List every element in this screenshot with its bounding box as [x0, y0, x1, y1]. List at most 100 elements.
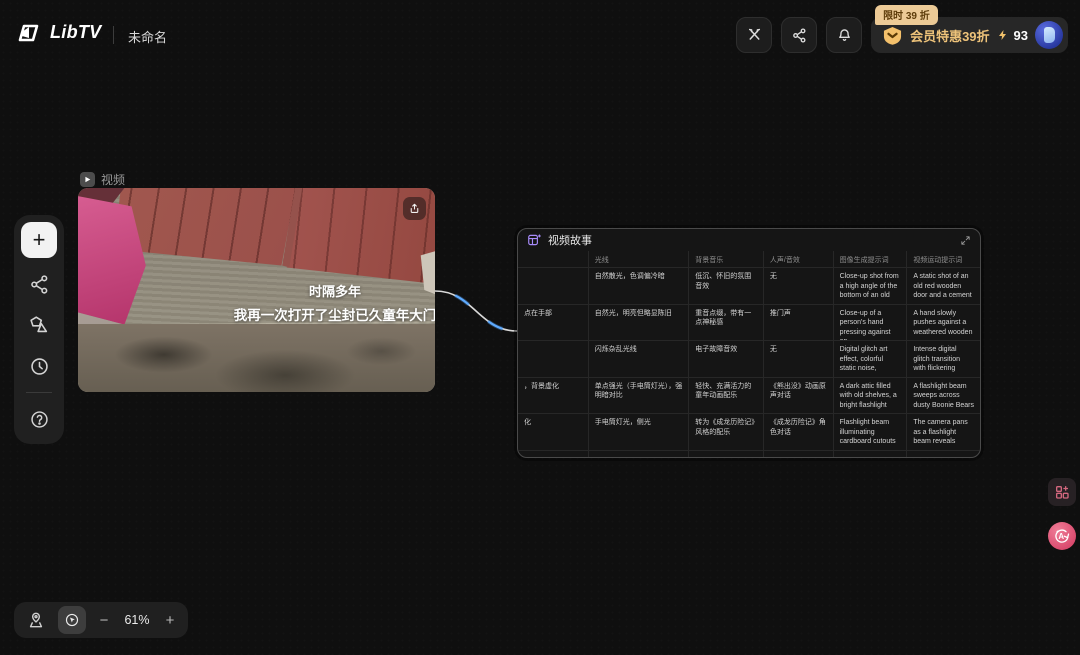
table-cell: 手电筒灯光，侧光 — [588, 414, 689, 450]
table-cell — [833, 451, 907, 458]
column-header: 人声/音效 — [763, 251, 833, 267]
translate-icon: A — [1053, 527, 1071, 545]
column-header: 视频运动提示词 — [906, 251, 980, 267]
widgets-plus-icon — [1054, 484, 1070, 500]
zoom-out-button[interactable]: − — [96, 612, 112, 629]
shapes-icon — [28, 314, 50, 336]
table-cell: 电子故障音效 — [688, 341, 763, 377]
table-cell — [518, 451, 588, 458]
column-header — [518, 251, 588, 267]
table-row[interactable]: 闪烁杂乱光线电子故障音效无Digital glitch art effect, … — [518, 341, 980, 378]
story-table-icon — [527, 233, 542, 247]
interact-mode-button[interactable] — [58, 606, 86, 634]
story-table-node[interactable]: 视频故事 光线背景音乐人声/音效图像生成提示词视频运动提示词 自然散光，色调偏冷… — [517, 228, 981, 458]
document-title[interactable]: 未命名 — [128, 27, 167, 46]
help-button[interactable] — [24, 404, 54, 434]
story-table[interactable]: 光线背景音乐人声/音效图像生成提示词视频运动提示词 自然散光，色调偏冷暗低沉、怀… — [518, 251, 980, 457]
zoom-in-button[interactable]: + — [162, 612, 178, 629]
table-cell: 低沉、怀旧的氛围音效 — [688, 268, 763, 304]
table-cell: 《成龙历险记》角色对话 — [763, 414, 833, 450]
expand-icon[interactable] — [960, 235, 971, 246]
assets-button[interactable] — [24, 310, 54, 340]
share-icon — [791, 27, 808, 44]
workflow-button[interactable] — [24, 269, 54, 299]
member-label: 会员特惠39折 — [910, 26, 989, 45]
logo-icon — [16, 23, 42, 43]
table-cell: 重音点缀，带有一点神秘感 — [688, 305, 763, 341]
table-cell: Close-up shot from a high angle of the b… — [833, 268, 907, 304]
story-table-head: 光线背景音乐人声/音效图像生成提示词视频运动提示词 — [518, 251, 980, 268]
table-cell: 自然散光，色调偏冷暗 — [588, 268, 689, 304]
add-node-button[interactable]: + — [21, 222, 57, 258]
top-bar: LibTV 未命名 — [0, 0, 1080, 62]
svg-text:A: A — [1058, 532, 1064, 541]
vip-badge-icon — [882, 26, 903, 45]
video-node-label: 视频 — [80, 171, 125, 188]
credits-count: 93 — [1014, 28, 1028, 43]
table-cell: Close-up of a person's hand pressing aga… — [833, 305, 907, 341]
history-button[interactable] — [24, 351, 54, 381]
table-cell: A dark attic filled with old shelves, a … — [833, 378, 907, 414]
table-cell: 点在手部 — [518, 305, 588, 341]
table-cell: A static shot of an old red wooden door … — [906, 268, 980, 304]
story-table-title: 视频故事 — [548, 232, 954, 248]
promo-badge: 限时 39 折 — [875, 5, 938, 25]
table-row[interactable]: 自然散光，色调偏冷暗低沉、怀旧的氛围音效无Close-up shot from … — [518, 268, 980, 305]
table-cell: The camera pans as a flashlight beam rev… — [906, 414, 980, 450]
app-logo[interactable]: LibTV — [16, 22, 102, 43]
lightning-icon — [997, 28, 1009, 42]
video-node[interactable]: 时隔多年 我再一次打开了尘封已久童年大门 — [78, 188, 435, 392]
clock-icon — [29, 356, 50, 377]
play-icon — [80, 172, 95, 187]
table-cell: 轻快、充满活力的童年动画配乐 — [688, 378, 763, 414]
translate-button[interactable]: A — [1048, 522, 1076, 550]
left-toolbar: + — [14, 215, 64, 444]
tools-icon — [746, 27, 763, 44]
video-subtitle-1: 时隔多年 — [309, 281, 361, 300]
divider — [26, 392, 52, 393]
table-cell: A flashlight beam sweeps across dusty Bo… — [906, 378, 980, 414]
table-row[interactable]: ，背景虚化单点强光（手电筒灯光），强明暗对比轻快、充满活力的童年动画配乐《熊出没… — [518, 378, 980, 415]
table-cell: 无 — [763, 341, 833, 377]
share-button[interactable] — [781, 17, 817, 53]
table-cell: 闪烁杂乱光线 — [588, 341, 689, 377]
table-cell — [518, 268, 588, 304]
table-cell — [906, 451, 980, 458]
table-cell: Digital glitch art effect, colorful stat… — [833, 341, 907, 377]
table-row[interactable]: 点在手部自然光，明亮但略显陈旧重音点缀，带有一点神秘感推门声Close-up o… — [518, 305, 980, 342]
workflow-nodes-icon — [29, 274, 50, 295]
table-cell: 《熊出没》动画原声对话 — [763, 378, 833, 414]
table-cell: 单点强光（手电筒灯光），强明暗对比 — [588, 378, 689, 414]
table-cell: 无 — [763, 268, 833, 304]
app-name: LibTV — [50, 22, 102, 43]
table-cell — [688, 451, 763, 458]
help-icon — [29, 409, 50, 430]
export-button[interactable] — [403, 197, 426, 220]
column-header: 背景音乐 — [688, 251, 763, 267]
avatar[interactable] — [1035, 21, 1063, 49]
table-cell: 自然光，明亮但略显陈旧 — [588, 305, 689, 341]
table-cell: 化 — [518, 414, 588, 450]
bell-icon — [836, 27, 853, 44]
zoom-controls: − 61% + — [14, 602, 188, 638]
widgets-button[interactable] — [1048, 478, 1076, 506]
table-cell: Intense digital glitch transition with f… — [906, 341, 980, 377]
column-header: 图像生成提示词 — [833, 251, 907, 267]
zoom-level[interactable]: 61% — [122, 613, 152, 627]
table-row[interactable]: 化手电筒灯光，侧光转为《成龙历险记》风格的配乐《成龙历险记》角色对话Flashl… — [518, 414, 980, 451]
video-node-label-text: 视频 — [101, 171, 125, 188]
upload-icon — [408, 202, 421, 215]
tools-button[interactable] — [736, 17, 772, 53]
table-cell: ，背景虚化 — [518, 378, 588, 414]
table-cell: 推门声 — [763, 305, 833, 341]
avatar-door-icon — [1044, 27, 1055, 43]
canvas[interactable]: LibTV 未命名 — [0, 0, 1080, 655]
divider — [113, 26, 114, 44]
story-table-body: 自然散光，色调偏冷暗低沉、怀旧的氛围音效无Close-up shot from … — [518, 268, 980, 457]
minimap-button[interactable] — [24, 608, 48, 632]
video-subtitle-2: 我再一次打开了尘封已久童年大门 — [234, 304, 435, 324]
story-table-header: 视频故事 — [518, 229, 980, 251]
pointer-mode-icon — [64, 612, 80, 628]
notifications-button[interactable] — [826, 17, 862, 53]
membership-button[interactable]: 限时 39 折 会员特惠39折 93 — [871, 17, 1068, 53]
